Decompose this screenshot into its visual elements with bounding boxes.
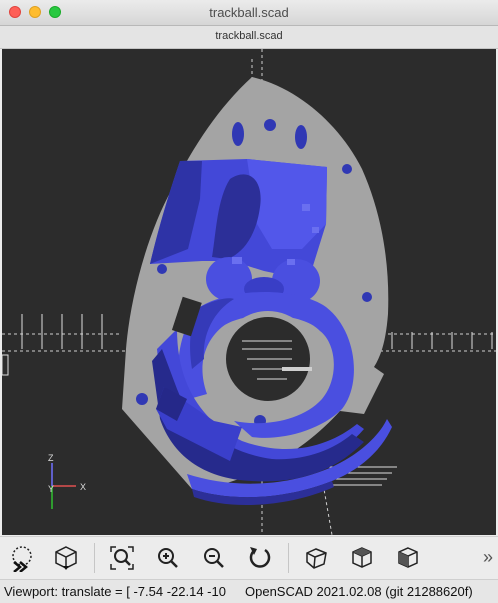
perspective-button[interactable] <box>300 542 332 574</box>
reset-icon <box>249 547 271 568</box>
view-toolbar: » <box>0 536 498 579</box>
view-cube-icon <box>398 547 418 568</box>
reset-view-button[interactable] <box>244 542 276 574</box>
view-all-button[interactable] <box>106 542 138 574</box>
tab-trackball[interactable]: trackball.scad <box>0 30 498 42</box>
version-status: OpenSCAD 2021.02.08 (git 21288620f) <box>245 584 473 599</box>
title-bar: trackball.scad <box>0 0 498 26</box>
viewport-status: Viewport: translate = [ -7.54 -22.14 -10 <box>4 584 226 599</box>
zoom-in-icon <box>158 548 178 568</box>
model-render: X Y Z <box>2 49 496 535</box>
axis-y-label: Y <box>48 484 54 494</box>
more-tools-chevron-icon[interactable]: » <box>483 547 493 568</box>
render-button[interactable] <box>50 542 82 574</box>
axis-x-label: X <box>80 482 86 492</box>
orthogonal-button[interactable] <box>346 542 378 574</box>
axis-indicator: X Y Z <box>48 453 86 509</box>
tab-bar: trackball.scad <box>0 26 498 49</box>
app-window: trackball.scad trackball.scad X Y Z » Vi… <box>0 0 498 603</box>
view-button[interactable] <box>392 542 424 574</box>
ortho-cube-icon <box>352 547 372 568</box>
zoom-in-button[interactable] <box>152 542 184 574</box>
preview-icon <box>12 546 32 572</box>
zoom-out-icon <box>204 548 224 568</box>
axis-z-label: Z <box>48 453 54 463</box>
toolbar-separator <box>288 543 289 573</box>
perspective-cube-icon <box>306 548 327 569</box>
toolbar-separator <box>94 543 95 573</box>
status-bar: Viewport: translate = [ -7.54 -22.14 -10… <box>0 579 498 603</box>
window-title: trackball.scad <box>209 5 289 20</box>
zoom-fit-icon <box>110 546 134 570</box>
preview-button[interactable] <box>6 542 38 574</box>
render-icon <box>55 546 77 570</box>
3d-viewport[interactable]: X Y Z <box>2 49 496 535</box>
zoom-out-button[interactable] <box>198 542 230 574</box>
